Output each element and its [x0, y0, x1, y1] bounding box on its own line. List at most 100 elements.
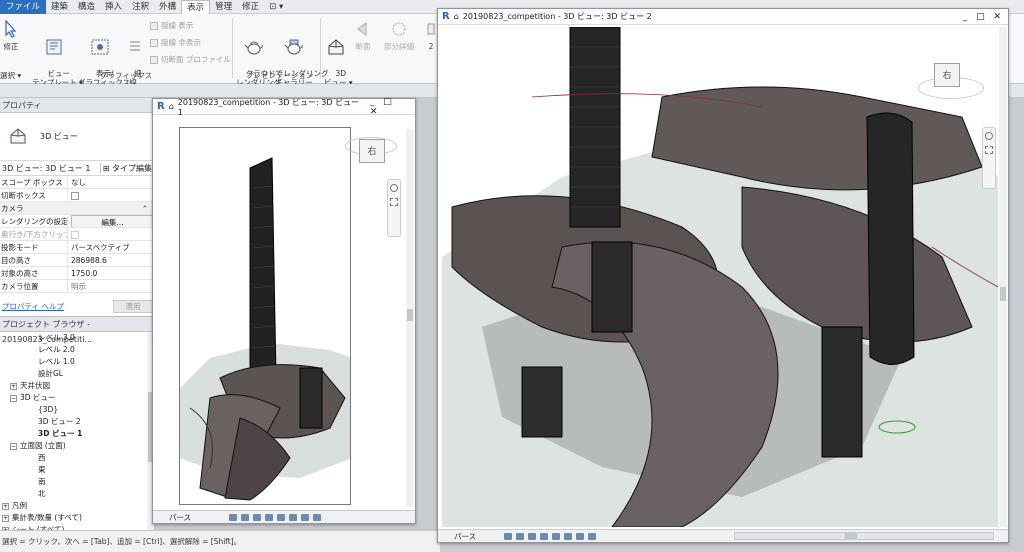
browser-node[interactable]: レベル 2.0 — [0, 344, 148, 356]
zoom-icon[interactable] — [390, 198, 398, 206]
sun-path-icon[interactable] — [516, 532, 525, 540]
view-canvas[interactable] — [179, 127, 351, 505]
tab-view[interactable]: 表示 — [181, 0, 211, 14]
browser-node[interactable]: レベル 1.0 — [0, 356, 148, 368]
window-title: 20190823_competition - 3D ビュー: 3D ビュー 1 — [177, 97, 360, 117]
visual-style-icon[interactable] — [504, 532, 513, 540]
analytical-icon[interactable] — [313, 513, 322, 521]
browser-node[interactable]: 3D ビュー 1 — [0, 428, 148, 440]
prop-section-box: 切断ボックス — [0, 189, 154, 202]
cut-profile[interactable]: 切断面 プロファイル — [150, 54, 231, 65]
show-hidden-lines[interactable]: 隠線 表示 — [150, 20, 193, 31]
window-controls[interactable]: _ □ ✕ — [370, 97, 415, 117]
prop-value[interactable]: 明示 — [68, 280, 154, 292]
far-clip-checkbox[interactable] — [71, 231, 79, 239]
tab-context-menu[interactable]: ⊡ ▾ — [264, 0, 288, 14]
temporary-hide-icon[interactable] — [277, 513, 286, 521]
expand-icon[interactable]: + — [2, 502, 9, 510]
browser-node-label: 3D ビュー 1 — [38, 429, 83, 438]
collapse-icon[interactable]: − — [10, 394, 17, 402]
browser-node[interactable]: 南 — [0, 476, 148, 488]
viewcube[interactable]: 右 — [934, 63, 960, 87]
prop-value[interactable] — [68, 189, 154, 201]
viewcube[interactable]: 右 — [359, 139, 385, 163]
expand-icon[interactable]: + — [2, 514, 9, 522]
crop-icon[interactable] — [540, 532, 549, 540]
scrollbar-thumb[interactable] — [1000, 287, 1006, 301]
analytical-icon[interactable] — [588, 532, 597, 540]
type-selector[interactable]: 3D ビュー — [0, 113, 154, 161]
section-box-checkbox[interactable] — [71, 192, 79, 200]
lock-view-icon[interactable] — [576, 532, 585, 540]
browser-node[interactable]: −3D ビュー — [0, 392, 148, 404]
edit-type-icon: ⊞ — [102, 163, 112, 173]
navigation-bar[interactable] — [982, 127, 996, 189]
browser-node[interactable]: {3D} — [0, 404, 148, 416]
3d-view-type-icon — [8, 126, 28, 148]
tab-site[interactable]: 外構 — [154, 0, 181, 14]
render-edit-button[interactable]: 編集... — [71, 215, 154, 227]
browser-node[interactable]: 設計GL — [0, 368, 148, 380]
reveal-hidden-icon[interactable] — [564, 532, 573, 540]
vertical-scrollbar[interactable] — [406, 129, 414, 507]
scrollbar-thumb[interactable] — [407, 309, 413, 321]
apply-button[interactable]: 適用 — [113, 299, 153, 313]
tab-annotate[interactable]: 注釈 — [127, 0, 154, 14]
browser-node[interactable]: 北 — [0, 488, 148, 500]
edit-type-button[interactable]: ⊞ タイプ編集 — [101, 163, 154, 174]
temporary-hide-icon[interactable] — [552, 532, 561, 540]
browser-node[interactable]: 3D ビュー 2 — [0, 416, 148, 428]
shadows-icon[interactable] — [528, 532, 537, 540]
remove-hidden-lines[interactable]: 隠線 非表示 — [150, 37, 201, 48]
browser-node[interactable]: レベル 3.0 — [0, 332, 148, 344]
vertical-scrollbar[interactable] — [999, 27, 1007, 527]
prop-value[interactable]: 1750.0 — [68, 267, 154, 279]
scrollbar-thumb[interactable] — [845, 533, 857, 539]
browser-node[interactable]: 西 — [0, 452, 148, 464]
zoom-icon[interactable] — [985, 146, 993, 154]
properties-help-link[interactable]: プロパティ ヘルプ — [2, 301, 64, 312]
view-window-3d-2[interactable]: R ⌂ 20190823_competition - 3D ビュー: 3D ビュ… — [437, 8, 1009, 543]
lock-view-icon[interactable] — [301, 513, 310, 521]
horizontal-scrollbar[interactable] — [734, 532, 994, 540]
steering-wheel-icon[interactable] — [390, 184, 398, 192]
browser-node[interactable]: + 集計表/数量 (すべて) — [0, 512, 148, 524]
prop-value[interactable]: パースペクティブ — [68, 241, 154, 253]
tab-manage[interactable]: 管理 — [210, 0, 237, 14]
prop-section-camera[interactable]: カメラ ⌃ — [0, 202, 154, 215]
crop-icon[interactable] — [265, 513, 274, 521]
visual-style-icon[interactable] — [229, 513, 238, 521]
select-dropdown[interactable]: 選択 ▾ — [0, 70, 21, 81]
collapse-icon[interactable]: − — [10, 442, 17, 450]
type-name: 3D ビュー — [40, 132, 78, 141]
shadows-icon[interactable] — [253, 513, 262, 521]
window-titlebar[interactable]: R ⌂ 20190823_competition - 3D ビュー: 3D ビュ… — [153, 97, 415, 117]
more-button[interactable]: 2 — [426, 18, 436, 51]
section-button[interactable]: 断面 — [352, 18, 374, 51]
view-window-3d-1[interactable]: R ⌂ 20190823_competition - 3D ビュー: 3D ビュ… — [152, 97, 416, 524]
callout-button[interactable]: 部分詳細 — [380, 18, 418, 51]
tab-insert[interactable]: 挿入 — [100, 0, 127, 14]
view-canvas[interactable] — [442, 27, 998, 527]
prop-value: 編集... — [68, 215, 154, 227]
tab-structure[interactable]: 構造 — [73, 0, 100, 14]
window-controls[interactable]: _ □ ✕ — [963, 12, 1008, 22]
expand-icon[interactable]: + — [10, 382, 17, 390]
prop-value[interactable]: 286988.6 — [68, 254, 154, 266]
prop-value[interactable] — [68, 228, 154, 240]
navigation-bar[interactable] — [387, 179, 401, 237]
browser-node[interactable]: + 凡例 — [0, 500, 148, 512]
browser-node[interactable]: 東 — [0, 464, 148, 476]
window-titlebar[interactable]: R ⌂ 20190823_competition - 3D ビュー: 3D ビュ… — [438, 9, 1008, 25]
instance-selector[interactable]: 3D ビュー: 3D ビュー 1 — [0, 162, 101, 174]
prop-value[interactable]: なし — [68, 176, 154, 188]
browser-node[interactable]: − 立面図 (立面) — [0, 440, 148, 452]
browser-node[interactable]: + 天井伏図 — [0, 380, 148, 392]
tab-file[interactable]: ファイル — [0, 0, 47, 14]
tab-architecture[interactable]: 建築 — [46, 0, 73, 14]
tab-modify[interactable]: 修正 — [237, 0, 264, 14]
modify-button[interactable]: 修正 — [0, 18, 22, 51]
sun-path-icon[interactable] — [241, 513, 250, 521]
reveal-hidden-icon[interactable] — [289, 513, 298, 521]
steering-wheel-icon[interactable] — [985, 132, 993, 140]
